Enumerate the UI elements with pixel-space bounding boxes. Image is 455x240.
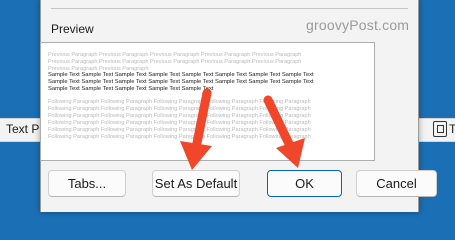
- following-paragraph-line: Following Paragraph Following Paragraph …: [48, 134, 311, 140]
- sample-text-line: Sample Text Sample Text Sample Text Samp…: [48, 72, 314, 78]
- following-paragraph-line: Following Paragraph Following Paragraph …: [48, 113, 311, 119]
- watermark: groovyPost.com: [306, 17, 410, 33]
- set-as-default-button[interactable]: Set As Default: [152, 170, 240, 197]
- following-paragraph-line: Following Paragraph Following Paragraph …: [48, 99, 311, 105]
- sample-text-line: Sample Text Sample Text Sample Text Samp…: [48, 79, 314, 85]
- background-app-label-left: Text Pro: [6, 122, 42, 136]
- cancel-button[interactable]: Cancel: [356, 170, 437, 197]
- previous-paragraph-line: Previous Paragraph Previous Paragraph Pr…: [48, 59, 302, 65]
- previous-paragraph-line: Previous Paragraph Previous Paragraph Pr…: [48, 52, 302, 58]
- tabs-button[interactable]: Tabs...: [48, 170, 126, 197]
- following-paragraph-line: Following Paragraph Following Paragraph …: [48, 106, 311, 112]
- divider: [51, 8, 408, 9]
- background-app-label-right: Te: [449, 122, 455, 136]
- page-layout-icon: [433, 121, 447, 137]
- ok-button[interactable]: OK: [267, 170, 342, 197]
- following-paragraph-line: Following Paragraph Following Paragraph …: [48, 120, 311, 126]
- following-paragraph-line: Following Paragraph Following Paragraph …: [48, 127, 311, 133]
- sample-text-line: Sample Text Sample Text Sample Text Samp…: [48, 86, 214, 92]
- preview-label: Preview: [51, 22, 94, 36]
